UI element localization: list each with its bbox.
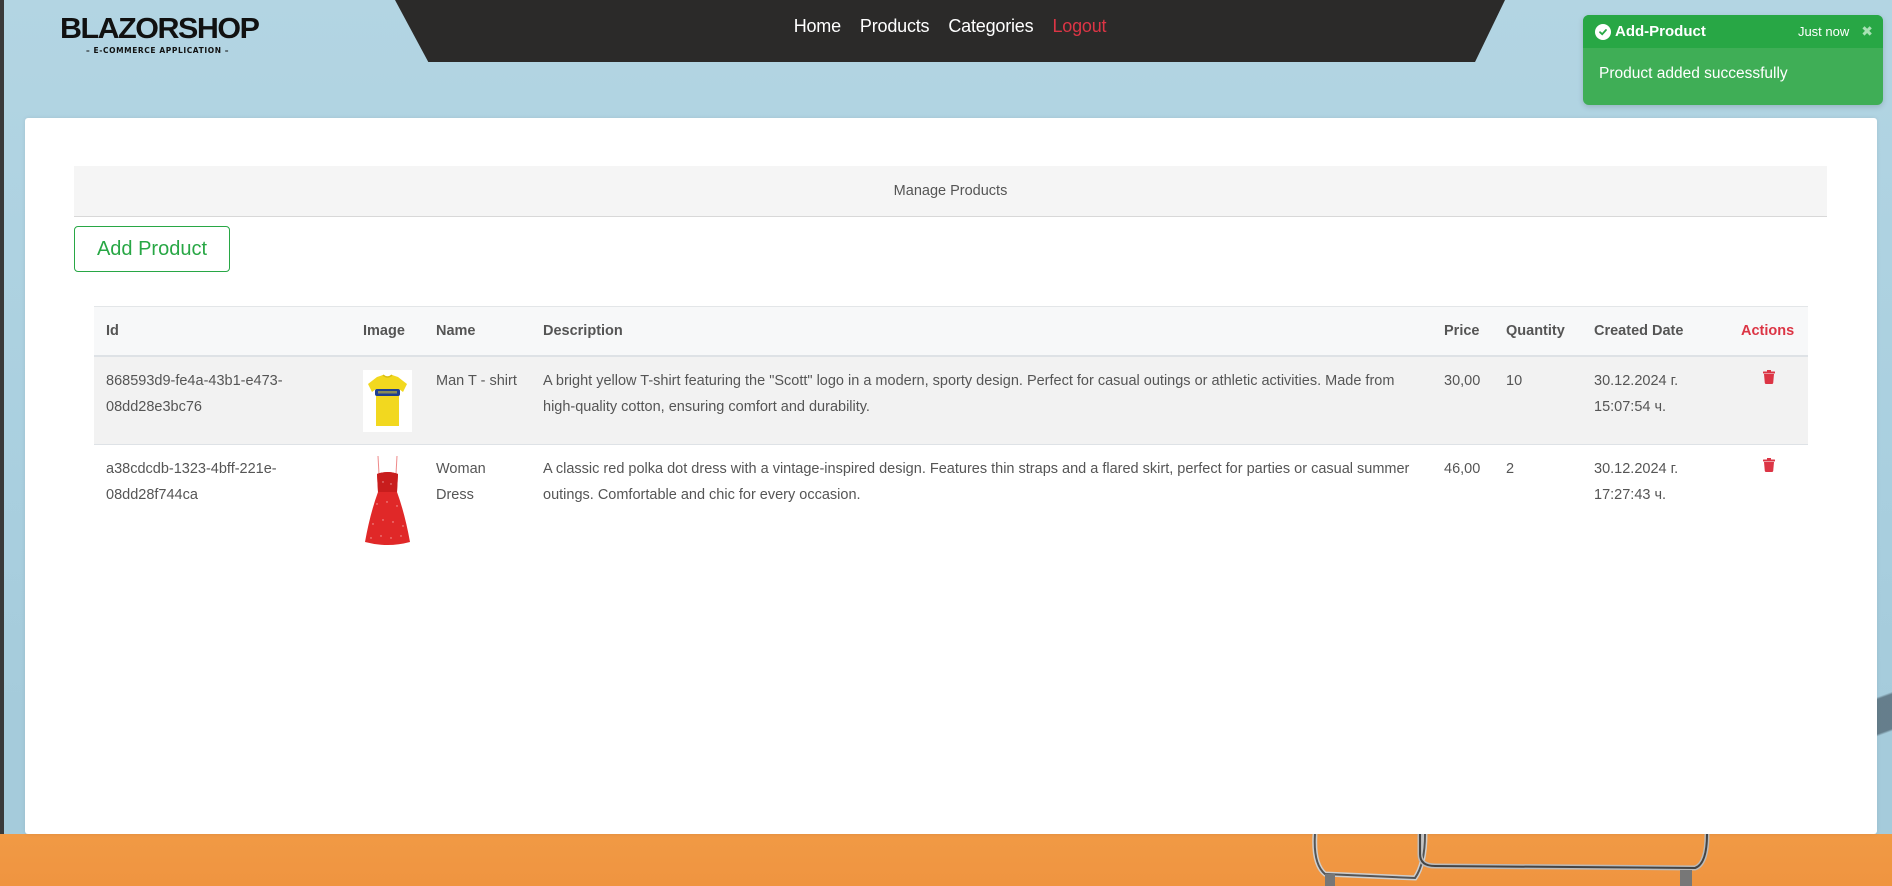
cell-created-date: 30.12.2024 г. 15:07:54 ч.	[1594, 373, 1679, 415]
nav-link-logout[interactable]: Logout	[1052, 16, 1106, 36]
success-toast: Add-Product Just now ✖ Product added suc…	[1583, 15, 1883, 105]
cell-quantity: 2	[1506, 461, 1515, 477]
brand-subtitle: – E-COMMERCE APPLICATION –	[86, 46, 230, 55]
add-product-button[interactable]: Add Product	[74, 226, 230, 272]
nav-link-products[interactable]: Products	[860, 16, 930, 36]
check-circle-icon	[1595, 23, 1611, 40]
table-header-row: Id Image Name Description Price Quantity…	[94, 306, 1808, 356]
cell-description: A bright yellow T-shirt featuring the "S…	[543, 373, 1395, 415]
cell-id: a38cdcdb-1323-4bff-221e-08dd28f744ca	[106, 461, 277, 503]
toast-header: Add-Product Just now ✖	[1583, 15, 1883, 48]
yellow-tshirt-image	[363, 370, 412, 432]
trash-icon[interactable]	[1762, 370, 1775, 384]
cell-description: A classic red polka dot dress with a vin…	[543, 461, 1410, 503]
brand-logo[interactable]: BLAZORSHOP – E-COMMERCE APPLICATION –	[60, 14, 260, 55]
products-table: Id Image Name Description Price Quantity…	[94, 306, 1808, 558]
column-header-quantity: Quantity	[1506, 323, 1565, 339]
cell-quantity: 10	[1506, 373, 1523, 389]
cell-id: 868593d9-fe4a-43b1-e473-08dd28e3bc76	[106, 373, 283, 415]
cell-created-date: 30.12.2024 г. 17:27:43 ч.	[1594, 461, 1679, 503]
column-header-description: Description	[543, 323, 623, 339]
cell-name: Woman Dress	[436, 461, 486, 503]
red-dress-image	[365, 455, 410, 545]
top-navbar: Home Products Categories Logout	[395, 0, 1505, 62]
main-panel: Manage Products Add Product Id Image Nam…	[25, 118, 1877, 834]
column-header-price: Price	[1444, 323, 1480, 339]
trash-icon[interactable]	[1762, 458, 1775, 472]
page-title: Manage Products	[74, 166, 1827, 217]
table-row: 868593d9-fe4a-43b1-e473-08dd28e3bc76 Man…	[94, 356, 1808, 445]
nav-link-home[interactable]: Home	[794, 16, 841, 36]
close-icon[interactable]: ✖	[1861, 23, 1873, 40]
column-header-created-date: Created Date	[1594, 323, 1684, 339]
nav-link-categories[interactable]: Categories	[948, 16, 1033, 36]
table-row: a38cdcdb-1323-4bff-221e-08dd28f744ca Wom…	[94, 445, 1808, 559]
column-header-image: Image	[363, 323, 405, 339]
column-header-id: Id	[106, 323, 119, 339]
window-edge	[0, 0, 4, 886]
column-header-name: Name	[436, 323, 476, 339]
column-header-actions: Actions	[1741, 323, 1795, 339]
shopping-cart-decoration	[1312, 834, 1710, 886]
toast-time: Just now	[1797, 24, 1850, 39]
toast-title: Add-Product	[1615, 23, 1706, 40]
brand-title: BLAZORSHOP	[60, 13, 260, 45]
nav-links: Home Products Categories Logout	[395, 16, 1505, 37]
cell-price: 46,00	[1444, 461, 1481, 477]
cell-price: 30,00	[1444, 373, 1481, 389]
toast-message: Product added successfully	[1599, 65, 1788, 82]
cell-name: Man T - shirt	[436, 373, 517, 389]
